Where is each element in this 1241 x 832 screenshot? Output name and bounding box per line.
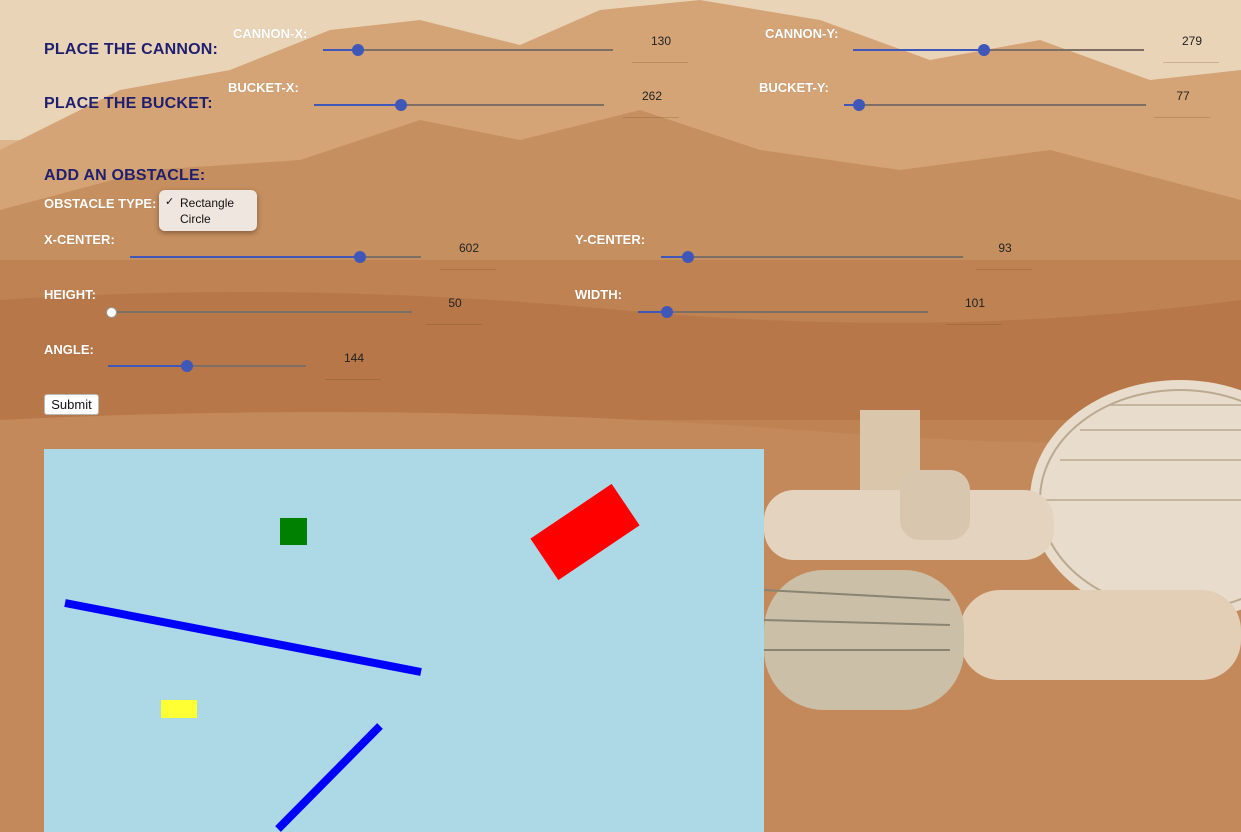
obstacle-type-label: OBSTACLE TYPE:	[44, 196, 157, 211]
cannon-marker	[280, 518, 307, 545]
cannon-y-slider[interactable]	[853, 43, 1144, 57]
slider-thumb[interactable]	[395, 99, 407, 111]
bucket-x-value: 262	[641, 89, 663, 103]
xcenter-label: X-CENTER:	[44, 232, 115, 247]
width-slider[interactable]	[638, 305, 928, 319]
option-rectangle[interactable]: Rectangle	[180, 196, 234, 210]
width-label: WIDTH:	[575, 287, 622, 302]
angle-label: ANGLE:	[44, 342, 94, 357]
option-circle[interactable]: Circle	[180, 212, 211, 226]
red-obstacle	[530, 483, 640, 581]
height-label: HEIGHT:	[44, 287, 96, 302]
obstacle-heading: ADD AN OBSTACLE:	[44, 167, 206, 184]
ycenter-label: Y-CENTER:	[575, 232, 646, 247]
slider-thumb[interactable]	[351, 44, 364, 56]
angle-value: 144	[343, 351, 365, 365]
cannon-x-value: 130	[650, 34, 672, 48]
cannon-x-slider[interactable]	[323, 43, 613, 57]
bucket-x-label: BUCKET-X:	[228, 80, 299, 95]
width-value: 101	[964, 296, 986, 310]
blue-line-lower	[275, 723, 383, 832]
slider-thumb[interactable]	[353, 251, 366, 263]
bucket-y-slider[interactable]	[844, 98, 1146, 112]
slider-thumb[interactable]	[682, 251, 695, 263]
slider-thumb[interactable]	[853, 99, 866, 111]
slider-thumb[interactable]	[181, 360, 194, 372]
xcenter-value: 602	[458, 241, 480, 255]
checkmark-icon: ✓	[165, 196, 175, 208]
cannon-x-label: CANNON-X:	[233, 26, 308, 41]
xcenter-slider[interactable]	[130, 250, 421, 264]
slider-thumb[interactable]	[977, 44, 990, 56]
ycenter-slider[interactable]	[661, 250, 963, 264]
submit-button[interactable]: Submit	[44, 394, 99, 415]
slider-thumb[interactable]	[106, 307, 117, 318]
cannon-y-label: CANNON-Y:	[765, 26, 839, 41]
game-canvas[interactable]	[44, 449, 764, 832]
bucket-heading: PLACE THE BUCKET:	[44, 95, 213, 112]
cannon-y-value: 279	[1181, 34, 1203, 48]
height-value: 50	[448, 296, 462, 310]
slider-thumb[interactable]	[661, 306, 673, 318]
bucket-marker	[161, 700, 197, 718]
bucket-y-label: BUCKET-Y:	[759, 80, 829, 95]
cannon-heading: PLACE THE CANNON:	[44, 41, 219, 58]
bucket-y-value: 77	[1176, 89, 1190, 103]
bucket-x-slider[interactable]	[314, 98, 604, 112]
blue-line-upper	[64, 599, 422, 676]
ycenter-value: 93	[998, 241, 1012, 255]
height-slider[interactable]	[106, 305, 412, 319]
obstacle-type-dropdown[interactable]: ✓ Rectangle Circle	[159, 190, 257, 231]
angle-slider[interactable]	[108, 359, 306, 373]
